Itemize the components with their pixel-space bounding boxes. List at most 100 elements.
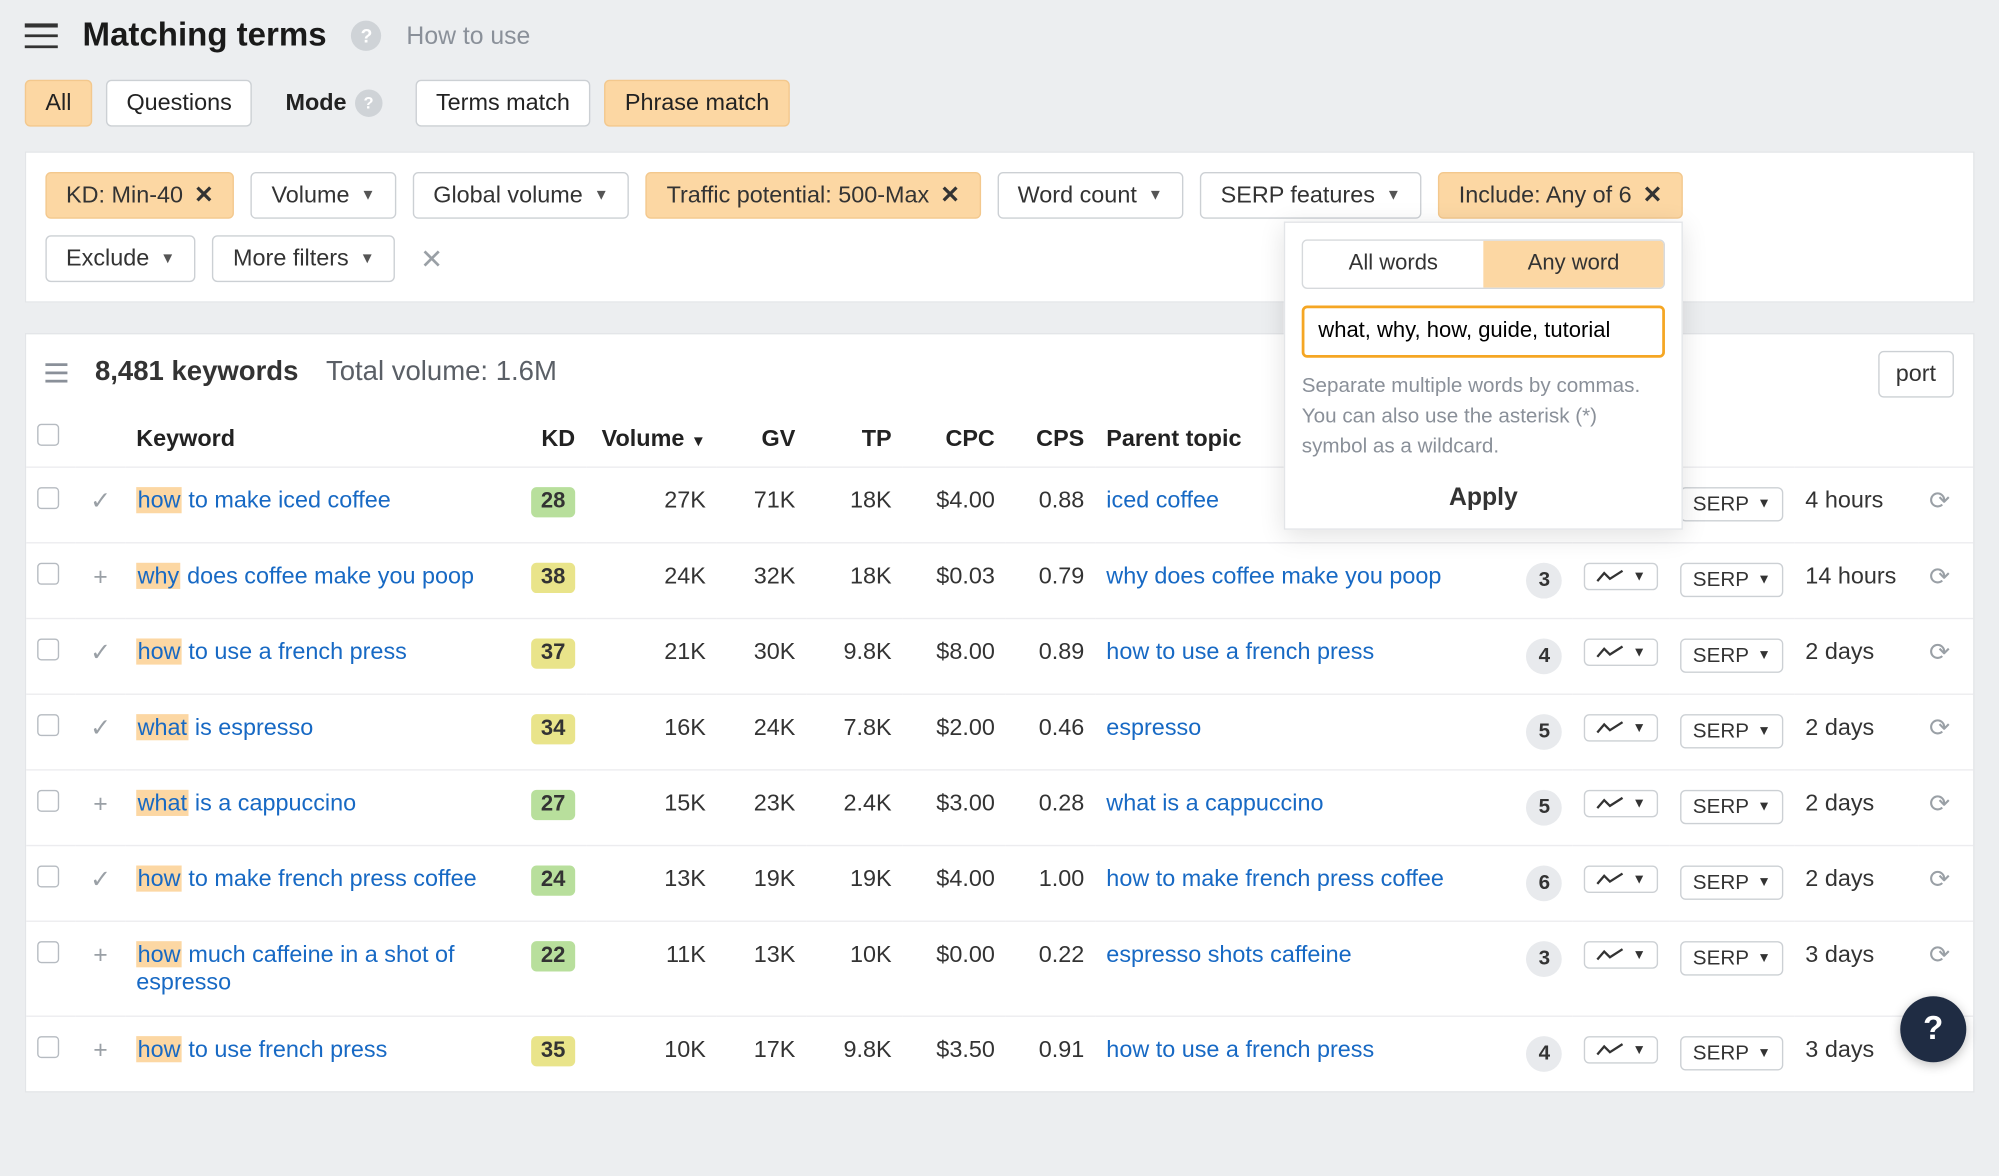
sf-badge[interactable]: 5 <box>1526 790 1562 826</box>
cell-gv: 30K <box>717 619 806 695</box>
check-icon[interactable]: ✓ <box>87 866 115 895</box>
row-checkbox[interactable] <box>37 487 59 509</box>
col-keyword[interactable]: Keyword <box>125 410 510 467</box>
help-fab[interactable]: ? <box>1900 996 1966 1062</box>
seg-all-words[interactable]: All words <box>1303 241 1483 288</box>
trend-button[interactable]: ▼ <box>1584 638 1658 666</box>
col-volume[interactable]: Volume ▼ <box>586 410 717 467</box>
refresh-icon[interactable]: ⟳ <box>1929 638 1950 666</box>
col-cps[interactable]: CPS <box>1006 410 1095 467</box>
serp-button[interactable]: SERP▼ <box>1680 487 1783 521</box>
refresh-icon[interactable]: ⟳ <box>1929 563 1950 591</box>
export-button[interactable]: port <box>1878 351 1954 398</box>
parent-topic-link[interactable]: what is a cappuccino <box>1106 790 1323 816</box>
row-checkbox[interactable] <box>37 941 59 963</box>
mode-phrase-match[interactable]: Phrase match <box>604 80 790 127</box>
cell-updated: 4 hours <box>1794 467 1918 543</box>
help-icon[interactable]: ? <box>351 21 381 51</box>
close-icon[interactable]: ✕ <box>940 182 960 210</box>
keyword-link[interactable]: how to use a french press <box>136 638 407 664</box>
trend-button[interactable]: ▼ <box>1584 563 1658 591</box>
close-icon[interactable]: ✕ <box>1643 182 1663 210</box>
row-checkbox[interactable] <box>37 714 59 736</box>
filter-include[interactable]: Include: Any of 6 ✕ <box>1438 172 1683 219</box>
refresh-icon[interactable]: ⟳ <box>1929 487 1950 515</box>
col-kd[interactable]: KD <box>510 410 586 467</box>
filter-global-volume[interactable]: Global volume ▼ <box>413 172 630 219</box>
keyword-link[interactable]: what is espresso <box>136 714 313 740</box>
include-words-input[interactable] <box>1302 305 1665 357</box>
col-gv[interactable]: GV <box>717 410 806 467</box>
filter-traffic-potential[interactable]: Traffic potential: 500-Max ✕ <box>646 172 981 219</box>
apply-button[interactable]: Apply <box>1302 483 1665 512</box>
tab-questions[interactable]: Questions <box>106 80 253 127</box>
menu-icon[interactable] <box>25 23 58 48</box>
parent-topic-link[interactable]: how to make french press coffee <box>1106 866 1444 892</box>
refresh-icon[interactable]: ⟳ <box>1929 790 1950 818</box>
filter-volume[interactable]: Volume ▼ <box>251 172 396 219</box>
refresh-icon[interactable]: ⟳ <box>1929 941 1950 969</box>
parent-topic-link[interactable]: how to use a french press <box>1106 1036 1374 1062</box>
sf-badge[interactable]: 5 <box>1526 714 1562 750</box>
filter-more[interactable]: More filters ▼ <box>212 235 395 282</box>
keyword-link[interactable]: why does coffee make you poop <box>136 563 474 589</box>
row-checkbox[interactable] <box>37 638 59 660</box>
filter-kd[interactable]: KD: Min-40 ✕ <box>45 172 234 219</box>
sf-badge[interactable]: 3 <box>1526 563 1562 599</box>
keyword-link[interactable]: how to make iced coffee <box>136 487 391 513</box>
select-all-checkbox[interactable] <box>37 424 59 446</box>
seg-any-word[interactable]: Any word <box>1483 241 1663 288</box>
refresh-icon[interactable]: ⟳ <box>1929 866 1950 894</box>
sf-badge[interactable]: 3 <box>1526 941 1562 977</box>
plus-icon[interactable]: + <box>87 941 115 970</box>
plus-icon[interactable]: + <box>87 1036 115 1065</box>
how-to-use-link[interactable]: How to use <box>406 21 530 50</box>
check-icon[interactable]: ✓ <box>87 487 115 516</box>
serp-button[interactable]: SERP▼ <box>1680 714 1783 748</box>
plus-icon[interactable]: + <box>87 563 115 592</box>
keyword-link[interactable]: how much caffeine in a shot of espresso <box>136 941 454 995</box>
serp-button[interactable]: SERP▼ <box>1680 866 1783 900</box>
serp-button[interactable]: SERP▼ <box>1680 790 1783 824</box>
trend-button[interactable]: ▼ <box>1584 1036 1658 1064</box>
check-icon[interactable]: ✓ <box>87 638 115 667</box>
drag-handle-icon[interactable] <box>45 363 67 382</box>
parent-topic-link[interactable]: espresso <box>1106 714 1201 740</box>
serp-button[interactable]: SERP▼ <box>1680 1036 1783 1070</box>
refresh-icon[interactable]: ⟳ <box>1929 714 1950 742</box>
parent-topic-link[interactable]: why does coffee make you poop <box>1106 563 1441 589</box>
keyword-link[interactable]: what is a cappuccino <box>136 790 356 816</box>
close-icon[interactable]: ✕ <box>194 182 214 210</box>
tab-all[interactable]: All <box>25 80 92 127</box>
col-cpc[interactable]: CPC <box>903 410 1006 467</box>
plus-icon[interactable]: + <box>87 790 115 819</box>
row-checkbox[interactable] <box>37 563 59 585</box>
filter-exclude[interactable]: Exclude ▼ <box>45 235 196 282</box>
parent-topic-link[interactable]: iced coffee <box>1106 487 1219 513</box>
check-icon[interactable]: ✓ <box>87 714 115 743</box>
chevron-down-icon: ▼ <box>1148 187 1163 204</box>
mode-terms-match[interactable]: Terms match <box>415 80 590 127</box>
keyword-link[interactable]: how to use french press <box>136 1036 387 1062</box>
keyword-link[interactable]: how to make french press coffee <box>136 866 476 892</box>
mode-help-icon[interactable]: ? <box>355 89 383 117</box>
sf-badge[interactable]: 6 <box>1526 866 1562 902</box>
filter-serp-features[interactable]: SERP features ▼ <box>1200 172 1422 219</box>
trend-button[interactable]: ▼ <box>1584 866 1658 894</box>
row-checkbox[interactable] <box>37 1036 59 1058</box>
sf-badge[interactable]: 4 <box>1526 638 1562 674</box>
row-checkbox[interactable] <box>37 866 59 888</box>
serp-button[interactable]: SERP▼ <box>1680 941 1783 975</box>
row-checkbox[interactable] <box>37 790 59 812</box>
trend-button[interactable]: ▼ <box>1584 714 1658 742</box>
parent-topic-link[interactable]: espresso shots caffeine <box>1106 941 1351 967</box>
col-tp[interactable]: TP <box>806 410 902 467</box>
trend-button[interactable]: ▼ <box>1584 941 1658 969</box>
parent-topic-link[interactable]: how to use a french press <box>1106 638 1374 664</box>
filter-word-count[interactable]: Word count ▼ <box>997 172 1183 219</box>
sf-badge[interactable]: 4 <box>1526 1036 1562 1072</box>
serp-button[interactable]: SERP▼ <box>1680 638 1783 672</box>
clear-filters-icon[interactable]: ✕ <box>412 241 452 275</box>
serp-button[interactable]: SERP▼ <box>1680 563 1783 597</box>
trend-button[interactable]: ▼ <box>1584 790 1658 818</box>
